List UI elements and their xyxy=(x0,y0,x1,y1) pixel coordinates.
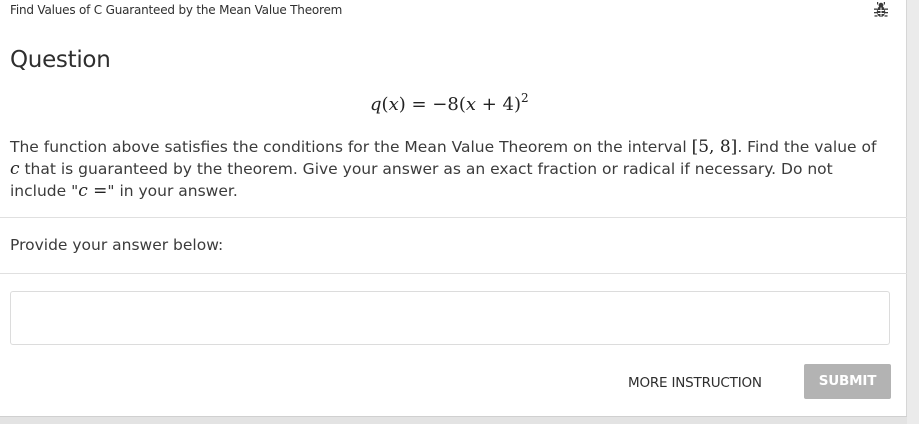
question-prompt: The function above satisfies the conditi… xyxy=(10,136,885,202)
bottom-border xyxy=(0,416,907,424)
c-equals: c = xyxy=(78,181,108,201)
prompt-text-4: " in your answer. xyxy=(107,182,238,200)
lesson-title: Find Values of C Guaranteed by the Mean … xyxy=(10,3,343,17)
question-heading: Question xyxy=(10,47,111,73)
prompt-text-2: . Find the value of xyxy=(737,138,877,156)
equation-tail: + 4) xyxy=(476,94,521,115)
question-page: Find Values of C Guaranteed by the Mean … xyxy=(0,0,919,424)
equation-rhs-var: x xyxy=(465,94,476,115)
answer-input[interactable] xyxy=(10,291,890,345)
prompt-text-1: The function above satisfies the conditi… xyxy=(10,138,692,156)
divider xyxy=(0,217,907,218)
equation-exponent: 2 xyxy=(521,91,529,105)
function-equation: q(x) = −8(x + 4)2 xyxy=(370,91,529,115)
equation-func-name: q xyxy=(370,94,382,115)
divider xyxy=(0,273,907,274)
bug-icon[interactable] xyxy=(872,1,890,19)
variable-c: c xyxy=(10,159,20,179)
answer-label: Provide your answer below: xyxy=(10,236,224,254)
equation-coef: −8( xyxy=(432,94,466,115)
equation-var: x xyxy=(388,94,399,115)
scrollbar-track[interactable] xyxy=(906,0,919,424)
submit-button[interactable]: SUBMIT xyxy=(804,364,891,399)
interval: [5, 8] xyxy=(691,137,738,157)
more-instruction-button[interactable]: MORE INSTRUCTION xyxy=(628,375,762,391)
